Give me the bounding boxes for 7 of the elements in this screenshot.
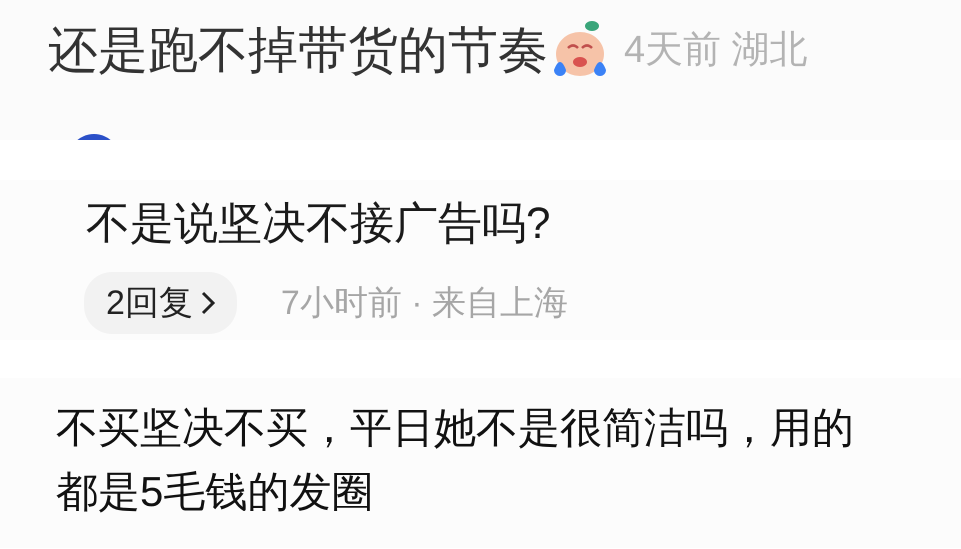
comment-meta: 7小时前 · 来自上海 [280,282,568,324]
chevron-right-icon [200,291,215,315]
replies-button[interactable]: 2回复 [84,272,237,334]
comment-meta: 4天前 湖北 [624,28,808,72]
comment-text: 不是说坚决不接广告吗? [86,198,552,250]
comment-text: 不买坚决不买，平日她不是很简洁吗，用的都是5毛钱的发圈 [56,403,855,517]
comment-text: 还是跑不掉带货的节奏 [48,21,548,80]
